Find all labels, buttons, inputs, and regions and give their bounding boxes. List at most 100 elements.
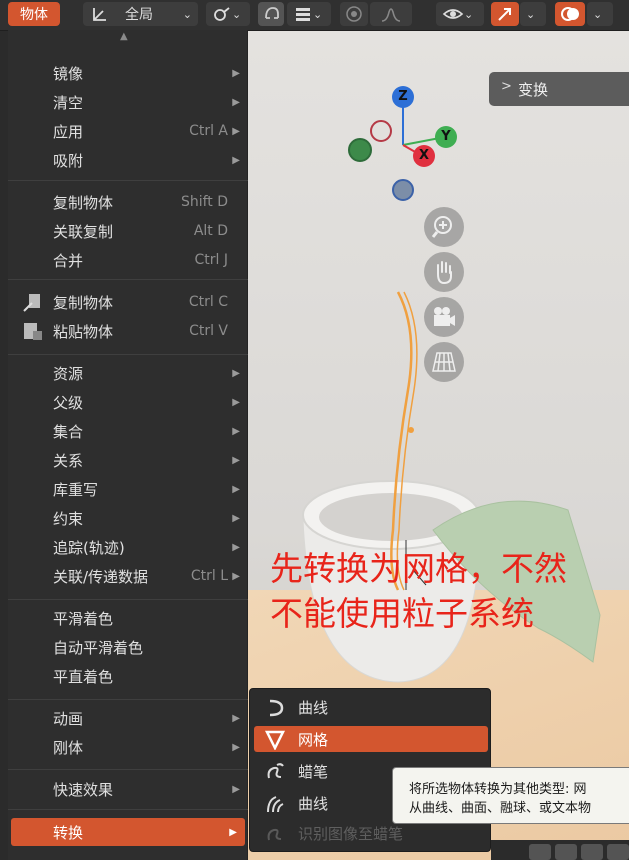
submenu-arrow-icon: ▶ xyxy=(232,783,240,795)
tooltip-line-1: 将所选物体转换为其他类型: 网 xyxy=(409,782,587,797)
snap-target-select[interactable]: ⌄ xyxy=(287,2,331,26)
menu-item-rigid-body[interactable]: 刚体 ▶ xyxy=(8,733,248,761)
annotation-line-1: 先转换为网格，不然 xyxy=(270,549,567,588)
transform-panel-tab[interactable]: > 变换 xyxy=(489,72,629,106)
chevron-down-icon: ⌄ xyxy=(182,7,192,21)
camera-view-icon[interactable] xyxy=(424,297,464,337)
menu-item-shade-flat[interactable]: 平直着色 xyxy=(8,662,248,690)
pivot-icon xyxy=(214,7,230,21)
menu-item-constraint[interactable]: 约束 ▶ xyxy=(8,504,248,532)
chevron-down-icon: ⌄ xyxy=(313,7,323,21)
menu-item-shade-auto-smooth[interactable]: 自动平滑着色 xyxy=(8,633,248,661)
orientation-icon xyxy=(93,8,106,21)
submenu-arrow-icon: ▶ xyxy=(232,483,240,495)
submenu-arrow-icon: ▶ xyxy=(232,125,240,137)
menu-item-clear[interactable]: 清空 ▶ xyxy=(8,88,248,116)
scroll-up-arrow[interactable]: ▲ xyxy=(120,31,128,42)
submenu-item-curve[interactable]: 曲线 xyxy=(254,694,488,720)
overlays-toggle-icon[interactable] xyxy=(555,2,585,26)
transform-orientation-select[interactable]: 全局 ⌄ xyxy=(83,2,198,26)
menu-item-library-override[interactable]: 库重写 ▶ xyxy=(8,475,248,503)
submenu-arrow-icon: ▶ xyxy=(232,154,240,166)
menu-item-quick-effects[interactable]: 快速效果 ▶ xyxy=(8,775,248,803)
chevron-down-icon: ⌄ xyxy=(526,7,536,21)
gizmo-dropdown[interactable]: ⌄ xyxy=(520,2,546,26)
curves-hair-icon xyxy=(267,796,284,813)
menu-separator xyxy=(8,180,248,181)
pan-hand-icon[interactable] xyxy=(424,252,464,292)
menu-separator xyxy=(8,279,248,280)
pivot-select[interactable]: ⌄ xyxy=(206,2,250,26)
visibility-select[interactable]: ⌄ xyxy=(436,2,484,26)
menu-item-paste[interactable]: 粘贴物体 Ctrl V xyxy=(8,317,248,345)
gizmo-toggle-icon[interactable] xyxy=(491,2,519,26)
menu-item-animation[interactable]: 动画 ▶ xyxy=(8,704,248,732)
play-icon[interactable] xyxy=(607,844,629,860)
menu-item-apply[interactable]: 应用 Ctrl A ▶ xyxy=(8,117,248,145)
menu-item-relations[interactable]: 关系 ▶ xyxy=(8,446,248,474)
curve-icon xyxy=(269,699,284,717)
header-bar: 物体 全局 ⌄ ⌄ ⌄ ⌄ ⌄ ⌄ xyxy=(0,0,629,31)
submenu-arrow-icon: ▶ xyxy=(232,425,240,437)
timeline-controls xyxy=(491,840,629,860)
y-axis-label: Y xyxy=(441,129,451,144)
menu-item-mirror[interactable]: 镜像 ▶ xyxy=(8,59,248,87)
menu-separator xyxy=(8,354,248,355)
falloff-curve-icon[interactable] xyxy=(370,2,412,26)
annotation-text: 先转换为网格，不然 不能使用粒子系统 xyxy=(270,546,567,636)
object-menu: ▲ 镜像 ▶ 清空 ▶ 应用 Ctrl A ▶ 吸附 ▶ 复制物体 Shift D 关联复制… xyxy=(8,30,248,860)
menu-separator xyxy=(8,699,248,700)
submenu-arrow-icon: ▶ xyxy=(232,741,240,753)
jump-start-icon[interactable] xyxy=(529,844,551,860)
annotation-line-2: 不能使用粒子系统 xyxy=(270,594,534,633)
submenu-arrow-icon: ▶ xyxy=(232,67,240,79)
menu-item-asset[interactable]: 资源 ▶ xyxy=(8,359,248,387)
menu-item-link-transfer-data[interactable]: 关联/传递数据 Ctrl L ▶ xyxy=(8,562,248,590)
grease-pencil-icon xyxy=(267,763,284,779)
overlays-dropdown[interactable]: ⌄ xyxy=(587,2,613,26)
zoom-icon[interactable] xyxy=(424,207,464,247)
orientation-value: 全局 xyxy=(125,7,153,23)
chevron-down-icon: ⌄ xyxy=(232,7,242,21)
mesh-icon xyxy=(264,730,286,750)
submenu-arrow-icon: ▶ xyxy=(232,570,240,582)
submenu-arrow-icon: ▶ xyxy=(232,512,240,524)
menu-item-shade-smooth[interactable]: 平滑着色 xyxy=(8,604,248,632)
menu-separator xyxy=(8,809,248,810)
menu-item-track[interactable]: 追踪(轨迹) ▶ xyxy=(8,533,248,561)
submenu-item-mesh[interactable]: 网格 xyxy=(254,726,488,752)
snap-increment-icon xyxy=(296,8,310,21)
menu-item-copy[interactable]: 复制物体 Ctrl C xyxy=(8,288,248,316)
menu-item-convert[interactable]: 转换 ▶ xyxy=(11,818,245,846)
chevron-down-icon: ⌄ xyxy=(593,7,603,21)
menu-item-parent[interactable]: 父级 ▶ xyxy=(8,388,248,416)
submenu-arrow-icon: ▶ xyxy=(229,826,237,838)
perspective-grid-icon[interactable] xyxy=(424,342,464,382)
submenu-arrow-icon: ▶ xyxy=(232,712,240,724)
eye-icon xyxy=(442,9,464,19)
menu-item-snap[interactable]: 吸附 ▶ xyxy=(8,146,248,174)
copy-icon xyxy=(23,294,40,312)
keyframe-prev-icon[interactable] xyxy=(555,844,577,860)
menu-item-duplicate[interactable]: 复制物体 Shift D xyxy=(8,188,248,216)
submenu-arrow-icon: ▶ xyxy=(232,541,240,553)
menu-separator xyxy=(8,769,248,770)
convert-tooltip: 将所选物体转换为其他类型: 网 从曲线、曲面、融球、或文本物 xyxy=(392,767,629,824)
menu-item-collection[interactable]: 集合 ▶ xyxy=(8,417,248,445)
submenu-arrow-icon: ▶ xyxy=(232,96,240,108)
menu-item-duplicate-linked[interactable]: 关联复制 Alt D xyxy=(8,217,248,245)
snap-icon[interactable] xyxy=(258,2,284,26)
submenu-arrow-icon: ▶ xyxy=(232,454,240,466)
chevron-down-icon: ⌄ xyxy=(464,7,474,21)
trace-image-icon xyxy=(267,828,282,841)
menu-item-join[interactable]: 合并 Ctrl J xyxy=(8,246,248,274)
transform-tab-label: 变换 xyxy=(518,81,549,99)
play-reverse-icon[interactable] xyxy=(581,844,603,860)
object-menu-button[interactable]: 物体 xyxy=(8,2,60,26)
menu-separator xyxy=(8,599,248,600)
chevron-right-icon: > xyxy=(501,79,512,94)
proportional-edit-icon[interactable] xyxy=(340,2,368,26)
tooltip-line-2: 从曲线、曲面、融球、或文本物 xyxy=(409,801,592,816)
submenu-arrow-icon: ▶ xyxy=(232,396,240,408)
submenu-arrow-icon: ▶ xyxy=(232,367,240,379)
